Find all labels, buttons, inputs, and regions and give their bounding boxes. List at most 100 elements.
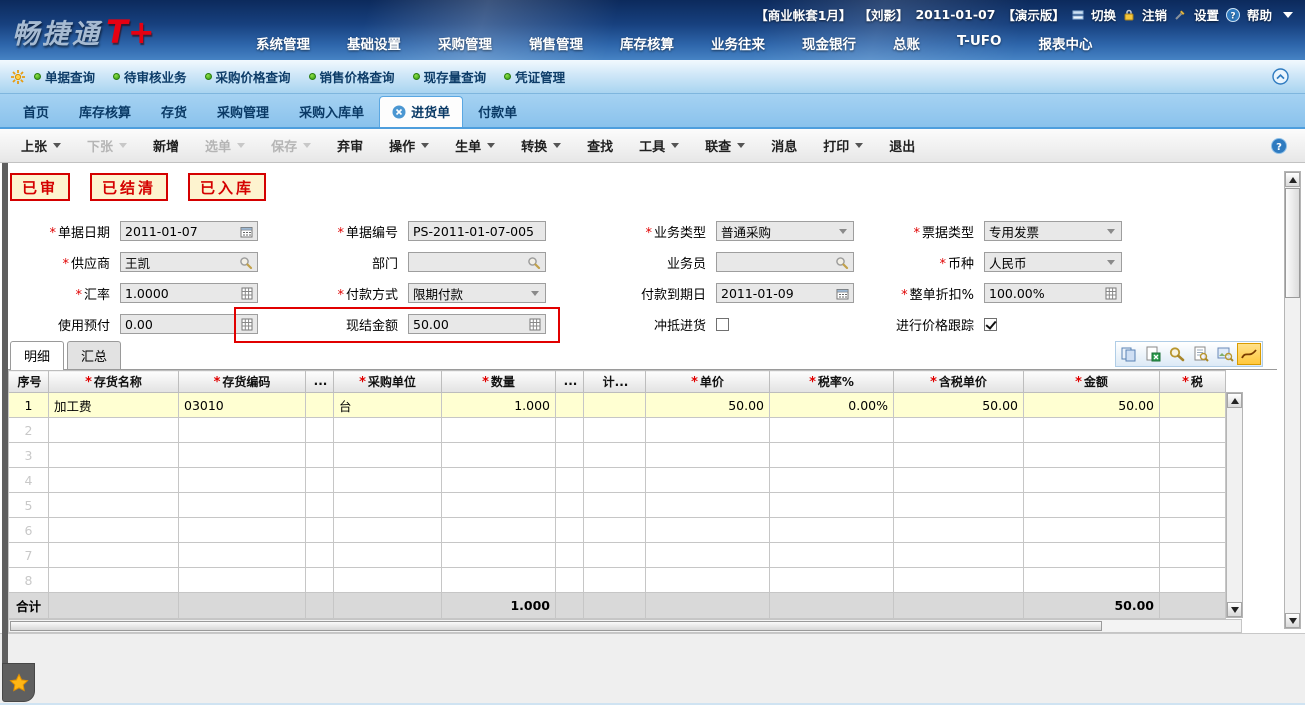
- vscroll-thumb[interactable]: [1285, 188, 1300, 298]
- calculator-icon[interactable]: [529, 318, 541, 331]
- cell-price-incl-tax[interactable]: 50.00: [893, 392, 1024, 418]
- table-row[interactable]: 4: [8, 467, 1226, 493]
- export-excel-icon[interactable]: [1141, 343, 1165, 365]
- calculator-icon[interactable]: [241, 287, 253, 300]
- currency-select[interactable]: 人民币: [984, 252, 1122, 272]
- search-icon[interactable]: [239, 256, 253, 269]
- toolbar-help-icon[interactable]: ?: [1271, 137, 1287, 154]
- cell-amount[interactable]: 50.00: [1023, 392, 1160, 418]
- tab-goods[interactable]: 存货: [146, 97, 202, 127]
- gear-icon[interactable]: [10, 69, 26, 85]
- unaudit-button[interactable]: 弃审: [324, 136, 376, 155]
- cell-qty[interactable]: 1.000: [441, 392, 556, 418]
- hscroll-thumb[interactable]: [10, 621, 1102, 631]
- dropdown-caret-icon[interactable]: [839, 228, 847, 234]
- nav-item-cash-bank[interactable]: 现金银行: [802, 33, 856, 53]
- preview-icon[interactable]: [1189, 343, 1213, 365]
- tab-purchase-mgmt[interactable]: 采购管理: [202, 97, 284, 127]
- detail-tab-lines[interactable]: 明细: [10, 341, 65, 370]
- scroll-up-icon[interactable]: [1285, 172, 1300, 187]
- cell-item-name[interactable]: 加工费: [48, 392, 179, 418]
- nav-item-inventory[interactable]: 库存核算: [620, 33, 674, 53]
- nav-item-basic-settings[interactable]: 基础设置: [347, 33, 401, 53]
- generate-doc-button[interactable]: 生单: [442, 136, 508, 155]
- cell-tax-rate[interactable]: 0.00%: [769, 392, 894, 418]
- logout-button[interactable]: 注销: [1142, 5, 1167, 24]
- table-row[interactable]: 5: [8, 492, 1226, 518]
- search-icon[interactable]: [835, 256, 849, 269]
- calculator-icon[interactable]: [1105, 287, 1117, 300]
- cell-item-code[interactable]: 03010: [178, 392, 306, 418]
- price-tracking-checkbox[interactable]: [984, 317, 997, 331]
- due-date-field[interactable]: 2011-01-09: [716, 283, 854, 303]
- cash-settle-field[interactable]: 50.00: [408, 314, 546, 334]
- tab-purchase-receipt[interactable]: 采购入库单: [284, 97, 379, 127]
- dropdown-caret-icon[interactable]: [1107, 259, 1115, 265]
- tab-close-icon[interactable]: [392, 105, 406, 119]
- supplier-field[interactable]: 王凯: [120, 252, 258, 272]
- locate-icon[interactable]: [1213, 343, 1237, 365]
- favorites-panel-strip[interactable]: [2, 163, 8, 665]
- table-row[interactable]: 7: [8, 542, 1226, 568]
- doc-date-field[interactable]: 2011-01-07: [120, 221, 258, 241]
- calculator-icon[interactable]: [241, 318, 253, 331]
- exchange-rate-field[interactable]: 1.0000: [120, 283, 258, 303]
- nav-item-tufo[interactable]: T-UFO: [957, 33, 1002, 53]
- search-icon[interactable]: [527, 256, 541, 269]
- convert-button[interactable]: 转换: [508, 136, 574, 155]
- dropdown-caret-icon[interactable]: [531, 290, 539, 296]
- tab-home[interactable]: 首页: [8, 97, 64, 127]
- nav-item-system[interactable]: 系统管理: [256, 33, 310, 53]
- tab-inventory-accounting[interactable]: 库存核算: [64, 97, 146, 127]
- operation-button[interactable]: 操作: [376, 136, 442, 155]
- scroll-down-icon[interactable]: [1227, 602, 1242, 617]
- salesman-field[interactable]: [716, 252, 854, 272]
- more-menu-caret-icon[interactable]: [1283, 11, 1293, 18]
- quick-link-doc-query[interactable]: 单据查询: [34, 67, 95, 86]
- table-row[interactable]: 3: [8, 442, 1226, 468]
- calendar-icon[interactable]: [836, 287, 849, 300]
- find-button[interactable]: 查找: [574, 136, 626, 155]
- print-button[interactable]: 打印: [810, 136, 876, 155]
- cell-unit-price[interactable]: 50.00: [645, 392, 770, 418]
- tab-incoming-goods[interactable]: 进货单: [379, 96, 464, 127]
- switch-button[interactable]: 切换: [1091, 5, 1116, 24]
- linked-query-button[interactable]: 联查: [692, 136, 758, 155]
- prev-doc-button[interactable]: 上张: [8, 136, 74, 155]
- save-button[interactable]: 保存: [258, 136, 324, 155]
- message-button[interactable]: 消息: [758, 136, 810, 155]
- chart-icon[interactable]: [1237, 343, 1261, 365]
- dropdown-caret-icon[interactable]: [1107, 228, 1115, 234]
- tools-button[interactable]: 工具: [626, 136, 692, 155]
- scroll-up-icon[interactable]: [1227, 393, 1242, 408]
- table-vertical-scrollbar[interactable]: [1226, 392, 1243, 618]
- quick-link-purchase-price[interactable]: 采购价格查询: [204, 67, 291, 86]
- cell-unit[interactable]: 台: [333, 392, 442, 418]
- table-row[interactable]: 2: [8, 417, 1226, 443]
- nav-item-report-center[interactable]: 报表中心: [1039, 33, 1093, 53]
- doc-no-field[interactable]: PS-2011-01-07-005: [408, 221, 546, 241]
- collapse-chevron-icon[interactable]: [1272, 68, 1289, 85]
- invoice-type-select[interactable]: 专用发票: [984, 221, 1122, 241]
- nav-item-purchase[interactable]: 采购管理: [438, 33, 492, 53]
- page-vertical-scrollbar[interactable]: [1284, 171, 1301, 629]
- nav-item-sales[interactable]: 销售管理: [529, 33, 583, 53]
- nav-item-business[interactable]: 业务往来: [711, 33, 765, 53]
- quick-link-pending-audit[interactable]: 待审核业务: [113, 67, 187, 86]
- table-row[interactable]: 1 加工费 03010 台 1.000 50.00 0.00% 50.00 50…: [8, 392, 1226, 418]
- next-doc-button[interactable]: 下张: [74, 136, 140, 155]
- exit-button[interactable]: 退出: [876, 136, 928, 155]
- select-doc-button[interactable]: 选单: [192, 136, 258, 155]
- quick-link-voucher[interactable]: 凭证管理: [504, 67, 565, 86]
- biz-type-select[interactable]: 普通采购: [716, 221, 854, 241]
- help-button[interactable]: 帮助: [1247, 5, 1272, 24]
- nav-item-ledger[interactable]: 总账: [893, 33, 920, 53]
- new-button[interactable]: 新增: [140, 136, 192, 155]
- pay-method-select[interactable]: 限期付款: [408, 283, 546, 303]
- tab-payment[interactable]: 付款单: [463, 97, 532, 127]
- scroll-down-icon[interactable]: [1285, 613, 1300, 628]
- table-horizontal-scrollbar[interactable]: [8, 619, 1242, 633]
- discount-field[interactable]: 100.00%: [984, 283, 1122, 303]
- search-icon[interactable]: [1165, 343, 1189, 365]
- table-row[interactable]: 6: [8, 517, 1226, 543]
